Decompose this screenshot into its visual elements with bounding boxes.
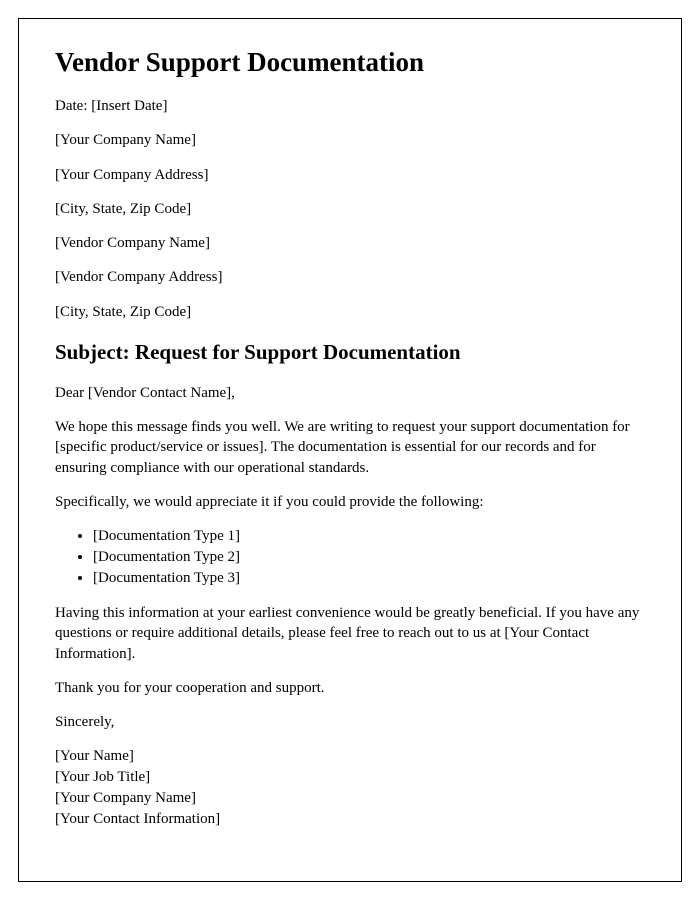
- signature-contact-info: [Your Contact Information]: [55, 809, 645, 830]
- body-paragraph-3: Having this information at your earliest…: [55, 603, 645, 664]
- body-paragraph-2: Specifically, we would appreciate it if …: [55, 492, 645, 512]
- vendor-company-name: [Vendor Company Name]: [55, 233, 645, 253]
- documentation-list: [Documentation Type 1] [Documentation Ty…: [93, 526, 645, 589]
- your-company-name: [Your Company Name]: [55, 130, 645, 150]
- body-paragraph-1: We hope this message finds you well. We …: [55, 417, 645, 478]
- header-block: Date: [Insert Date] [Your Company Name] …: [55, 96, 645, 322]
- document-page: Vendor Support Documentation Date: [Inse…: [18, 18, 682, 882]
- page-title: Vendor Support Documentation: [55, 47, 645, 78]
- vendor-city-state-zip: [City, State, Zip Code]: [55, 302, 645, 322]
- list-item: [Documentation Type 3]: [93, 568, 645, 589]
- date-line: Date: [Insert Date]: [55, 96, 645, 116]
- signature-name: [Your Name]: [55, 746, 645, 767]
- salutation: Dear [Vendor Contact Name],: [55, 383, 645, 403]
- signature-job-title: [Your Job Title]: [55, 767, 645, 788]
- list-item: [Documentation Type 1]: [93, 526, 645, 547]
- signature-block: [Your Name] [Your Job Title] [Your Compa…: [55, 746, 645, 830]
- closing: Sincerely,: [55, 712, 645, 732]
- signature-company-name: [Your Company Name]: [55, 788, 645, 809]
- list-item: [Documentation Type 2]: [93, 547, 645, 568]
- vendor-company-address: [Vendor Company Address]: [55, 267, 645, 287]
- subject-heading: Subject: Request for Support Documentati…: [55, 340, 645, 365]
- body-paragraph-4: Thank you for your cooperation and suppo…: [55, 678, 645, 698]
- your-company-address: [Your Company Address]: [55, 165, 645, 185]
- your-city-state-zip: [City, State, Zip Code]: [55, 199, 645, 219]
